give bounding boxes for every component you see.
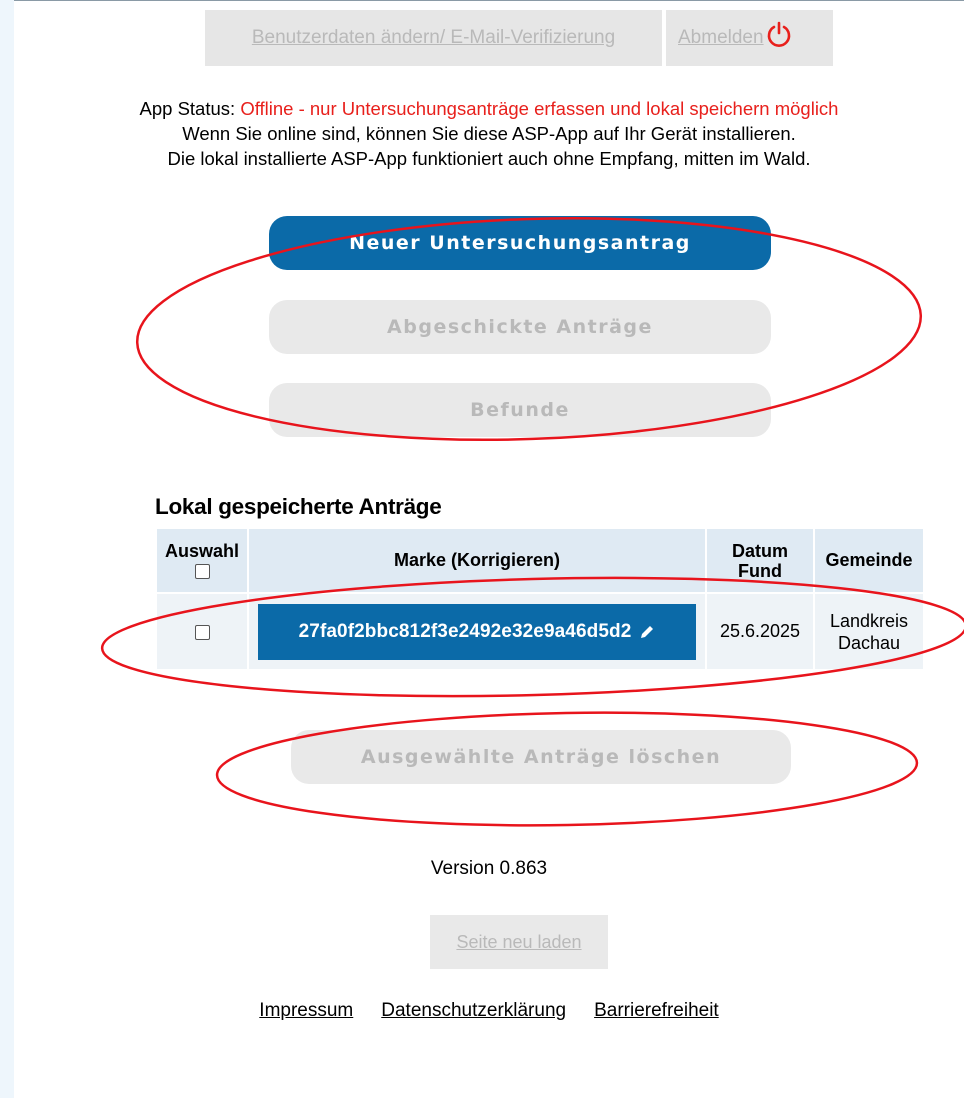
gemeinde-column-header: Gemeinde — [815, 529, 923, 592]
table-header-row: Auswahl Marke (Korrigieren) Datum Fund G… — [157, 529, 923, 592]
status-line-1: App Status: Offline - nur Untersuchungsa… — [14, 96, 964, 121]
logout-label: Abmelden — [678, 27, 764, 48]
marke-column-header: Marke (Korrigieren) — [249, 529, 705, 592]
datum-header-line-2: Fund — [738, 560, 782, 581]
new-request-button[interactable]: Neuer Untersuchungsantrag — [269, 216, 771, 270]
top-divider — [14, 0, 964, 1]
select-column-header: Auswahl — [157, 529, 247, 592]
logout-button[interactable]: Abmelden — [666, 10, 833, 66]
row-select-checkbox[interactable] — [194, 624, 210, 640]
app-status: App Status: Offline - nur Untersuchungsa… — [14, 96, 964, 171]
row-select-cell — [157, 594, 247, 669]
offline-status: Offline - nur Untersuchungsanträge erfas… — [240, 98, 839, 119]
power-icon — [767, 21, 790, 47]
version-label: Version 0.863 — [430, 858, 548, 879]
datum-header-line-1: Datum — [731, 540, 788, 561]
select-header-label: Auswahl — [164, 540, 239, 561]
status-prefix: App Status: — [139, 98, 241, 119]
marke-edit-button[interactable]: 27fa0f2bbc812f3e2492e32e9a46d5d2 — [258, 603, 696, 660]
row-marke-cell: 27fa0f2bbc812f3e2492e32e9a46d5d2 — [249, 594, 705, 669]
gemeinde-line-1: Landkreis — [829, 610, 909, 631]
delete-selected-button[interactable]: Ausgewählte Anträge löschen — [291, 730, 791, 784]
left-edge-strip — [0, 0, 14, 1098]
table-row: 27fa0f2bbc812f3e2492e32e9a46d5d2 25.6.20… — [157, 594, 923, 669]
footer-links: Impressum Datenschutzerklärung Barrieref… — [14, 1000, 964, 1022]
saved-requests-table: Auswahl Marke (Korrigieren) Datum Fund G… — [155, 527, 925, 671]
edit-user-data-button[interactable]: Benutzerdaten ändern/ E-Mail-Verifizieru… — [205, 10, 662, 66]
row-gemeinde-cell: Landkreis Dachau — [815, 594, 923, 669]
status-line-2: Wenn Sie online sind, können Sie diese A… — [182, 123, 796, 144]
top-navigation: Benutzerdaten ändern/ E-Mail-Verifizieru… — [205, 10, 833, 66]
sent-requests-button[interactable]: Abgeschickte Anträge — [269, 300, 771, 354]
saved-requests-title: Lokal gespeicherte Anträge — [155, 494, 442, 519]
privacy-link[interactable]: Datenschutzerklärung — [381, 1000, 566, 1022]
select-all-checkbox[interactable] — [194, 564, 210, 580]
marke-value: 27fa0f2bbc812f3e2492e32e9a46d5d2 — [298, 620, 632, 642]
datum-column-header: Datum Fund — [707, 529, 813, 592]
impressum-link[interactable]: Impressum — [259, 1000, 353, 1022]
reload-page-button[interactable]: Seite neu laden — [430, 915, 608, 969]
results-button[interactable]: Befunde — [269, 383, 771, 437]
status-line-3: Die lokal installierte ASP-App funktioni… — [167, 148, 811, 169]
edit-user-data-label: Benutzerdaten ändern/ E-Mail-Verifizieru… — [251, 27, 616, 48]
pencil-icon — [641, 625, 654, 638]
row-datum-cell: 25.6.2025 — [707, 594, 813, 669]
accessibility-link[interactable]: Barrierefreiheit — [594, 1000, 719, 1022]
gemeinde-line-2: Dachau — [837, 632, 901, 653]
